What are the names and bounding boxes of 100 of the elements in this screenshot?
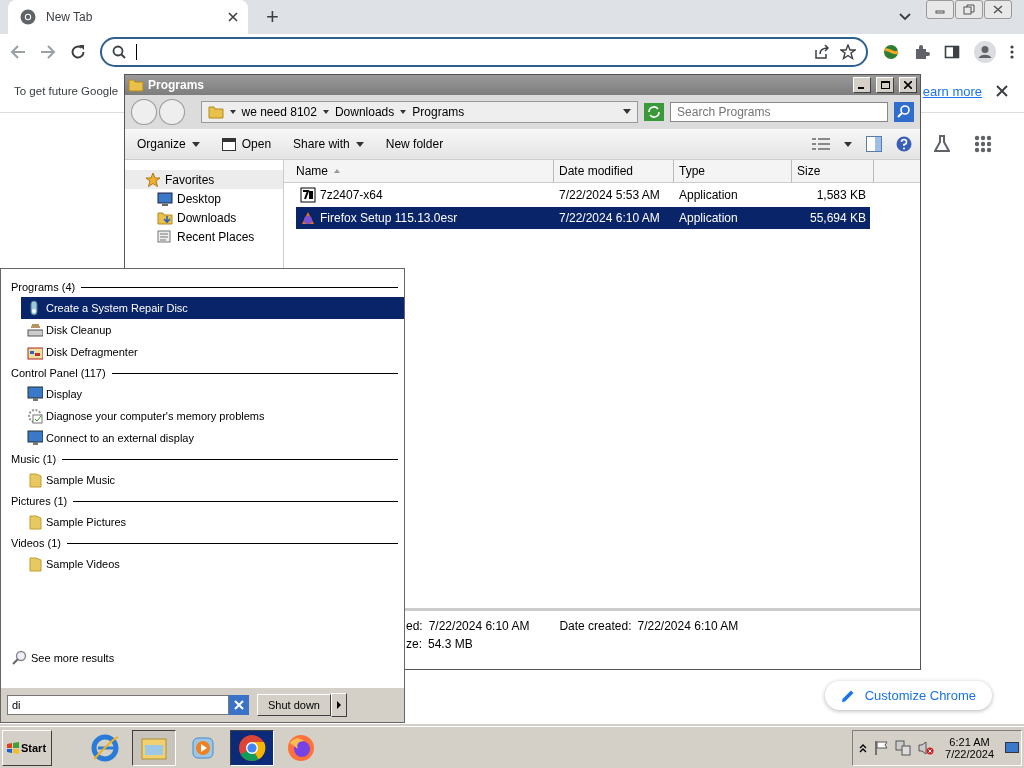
caret-icon[interactable] [322,109,329,115]
flag-icon[interactable] [874,739,889,756]
folder-icon [207,104,224,120]
caret-icon[interactable] [623,109,632,115]
taskbar-button[interactable] [230,729,274,766]
installer-icon [300,210,316,226]
column-header[interactable]: Date modified [554,160,674,182]
apps-grid-icon[interactable] [974,135,992,153]
search-icon[interactable] [894,102,914,122]
show-desktop-icon[interactable] [1005,741,1019,754]
caret-icon[interactable] [899,13,911,21]
start-button[interactable]: Start [2,729,52,766]
file-size: 55,694 KB [808,211,867,225]
search-result[interactable]: Sample Pictures [21,511,404,533]
toolbar-button[interactable]: New folder [381,135,448,153]
refresh-icon[interactable] [644,103,665,121]
chevron-up-icon[interactable] [859,742,868,753]
search-result[interactable]: Diagnose your computer's memory problems [21,405,404,427]
network-icon[interactable] [895,739,912,756]
address-bar[interactable] [100,37,868,67]
caret-icon [337,701,341,709]
column-header[interactable]: Size [792,160,874,182]
search-icon [11,650,27,666]
nav-item[interactable]: Favorites [125,170,283,189]
close-icon [904,81,912,89]
sort-caret-icon [334,169,340,173]
forward-icon[interactable] [40,44,56,60]
file-type: Application [678,211,739,225]
search-result[interactable]: Disk Defragmenter [21,341,404,363]
caret-icon[interactable] [229,109,236,115]
help-icon[interactable] [896,136,912,152]
file-name: Firefox Setup 115.13.0esr [320,211,458,225]
breadcrumb-item[interactable]: Downloads [334,105,395,119]
side-panel-icon[interactable] [944,44,960,60]
star-icon[interactable] [840,44,856,60]
learn-more-link[interactable]: earn more [922,83,982,99]
search-field[interactable]: Search Programs [670,102,888,122]
preview-pane-icon[interactable] [866,136,882,152]
menu-icon[interactable] [1010,44,1014,60]
speaker-muted-icon[interactable] [918,739,935,756]
breadcrumb-item[interactable]: Programs [412,105,465,119]
restore-icon [963,4,975,15]
search-result[interactable]: Display [21,383,404,405]
shutdown-button[interactable]: Shut down [257,694,331,716]
nav-item[interactable]: Recent Places [125,227,283,246]
clock-time: 6:21 AM [949,735,990,748]
calendar-icon [221,137,236,151]
close-icon [234,700,244,710]
search-result[interactable]: Sample Music [21,469,404,491]
back-icon[interactable] [10,44,26,60]
puzzle-icon[interactable] [914,44,930,60]
file-row[interactable]: 7z2407-x64 7/22/2024 5:53 AM Application 1,583 KB [296,184,870,206]
view-icon[interactable] [812,137,830,151]
new-tab-button[interactable]: + [260,4,285,30]
search-result[interactable]: Sample Videos [21,553,404,575]
file-type: Application [678,188,739,202]
search-result[interactable]: Disk Cleanup [21,319,404,341]
nav-item[interactable]: Desktop [125,189,283,208]
reload-icon[interactable] [70,44,86,60]
file-date: 7/22/2024 6:10 AM [558,211,661,225]
search-result[interactable]: Connect to an external display [21,427,404,449]
clear-button[interactable] [229,695,249,715]
taskbar-button[interactable] [132,729,176,766]
monitor-icon [157,190,173,207]
toolbar-button[interactable]: Organize [133,135,204,153]
nav-item[interactable]: Downloads [125,208,283,227]
column-header[interactable]: Name [284,160,554,182]
breadcrumb-item[interactable]: we need 8102 [241,105,317,119]
monitor-icon [27,386,43,402]
star-icon [145,171,161,188]
caret-icon[interactable] [844,141,852,147]
toolbar-button[interactable]: Open [217,135,276,153]
browser-tab[interactable]: New Tab [8,0,248,34]
toolbar-button[interactable]: Share with [289,135,368,153]
avatar-icon[interactable] [974,41,996,63]
breadcrumb-bar[interactable]: we need 8102 Downloads Programs [200,101,639,123]
folder-icon [27,472,43,488]
close-icon[interactable] [228,12,238,22]
maximize-button[interactable] [876,77,894,93]
drive-icon [27,344,43,360]
chrome-icon [20,9,36,25]
search-field[interactable]: di [7,695,229,715]
tab-title: New Tab [46,10,93,24]
caret-icon [355,141,364,147]
close-icon[interactable] [996,85,1008,97]
search-result[interactable]: Create a System Repair Disc [21,297,404,319]
folder-icon [157,209,173,226]
group-header: Pictures (1) [11,495,68,507]
globe-icon[interactable] [882,43,900,61]
file-row[interactable]: Firefox Setup 115.13.0esr 7/22/2024 6:10 AM Application 55,694 KB [296,207,870,229]
flask-icon[interactable] [934,135,950,153]
see-more-link[interactable]: See more results [11,648,398,668]
customize-chrome-button[interactable]: Customize Chrome [824,681,992,710]
share-icon[interactable] [814,44,830,60]
pencil-icon [840,688,855,703]
restore-button[interactable] [955,0,983,19]
caret-icon[interactable] [400,109,407,115]
info-text: To get future Google [14,85,119,97]
detail-label: ze: [406,637,422,651]
column-header[interactable]: Type [674,160,792,182]
